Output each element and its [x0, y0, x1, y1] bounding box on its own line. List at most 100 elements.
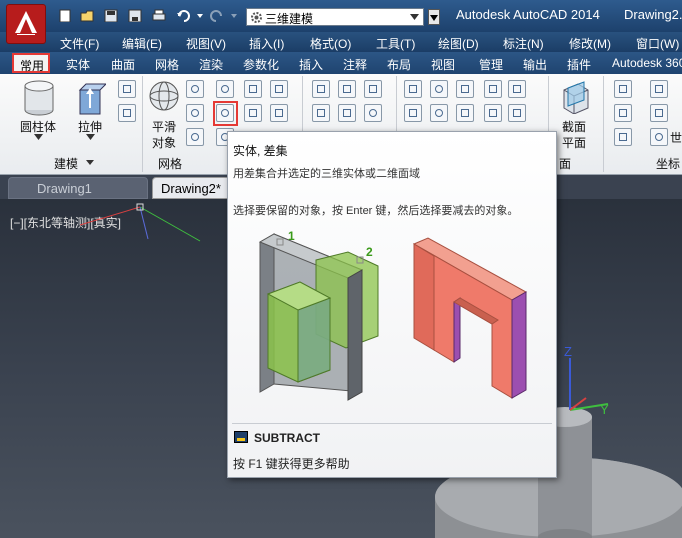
modify-3dmove-icon[interactable]: [456, 80, 474, 98]
modify-fillet-icon[interactable]: [508, 80, 526, 98]
draw-line-icon[interactable]: [312, 80, 330, 98]
menu-dimension[interactable]: 标注(N): [503, 35, 544, 52]
tooltip-command-name: SUBTRACT: [254, 431, 320, 445]
section-plane-label-2[interactable]: 平面: [562, 134, 586, 151]
smooth-object-label-2[interactable]: 对象: [152, 134, 176, 151]
panel-title-coordinates[interactable]: 坐标: [656, 155, 680, 172]
redo-dropdown-icon[interactable]: [230, 9, 238, 22]
ucs-named-icon[interactable]: [650, 80, 668, 98]
undo-icon[interactable]: [176, 9, 190, 22]
tab-solid[interactable]: 实体: [66, 56, 90, 73]
tab-surface[interactable]: 曲面: [111, 56, 135, 73]
section-plane-label-1[interactable]: 截面: [562, 118, 586, 135]
ribbon-separator: [142, 76, 143, 172]
mesh-tool-icon[interactable]: [186, 80, 204, 98]
modify-copy-icon[interactable]: [404, 104, 422, 122]
smooth-object-label-1[interactable]: 平滑: [152, 118, 176, 135]
menu-file[interactable]: 文件(F): [60, 35, 99, 52]
union-icon[interactable]: [216, 80, 234, 98]
mesh-add-icon[interactable]: [186, 104, 204, 122]
tooltip-help-hint: 按 F1 键获得更多帮助: [233, 457, 350, 471]
modify-array-icon[interactable]: [484, 80, 502, 98]
solid-edit-icon[interactable]: [270, 80, 288, 98]
extrude-dropdown-icon[interactable]: [86, 134, 95, 140]
mesh-remove-icon[interactable]: [186, 128, 204, 146]
polysolid-icon[interactable]: [118, 80, 136, 98]
open-file-icon[interactable]: [80, 9, 94, 22]
tab-insert[interactable]: 插入: [299, 56, 323, 73]
command-line-icon: [234, 431, 248, 443]
tab-drawing2[interactable]: Drawing2*: [152, 177, 232, 199]
draw-arc-icon[interactable]: [364, 80, 382, 98]
panel-expand-icon[interactable]: [86, 160, 94, 165]
app-title: Autodesk AutoCAD 2014: [456, 7, 600, 22]
menu-format[interactable]: 格式(O): [310, 35, 351, 52]
workspace-select[interactable]: 三维建模: [246, 8, 424, 26]
menu-bar: 文件(F) 编辑(E) 视图(V) 插入(I) 格式(O) 工具(T) 绘图(D…: [0, 32, 682, 52]
menu-view[interactable]: 视图(V): [186, 35, 226, 52]
print-icon[interactable]: [152, 9, 166, 22]
cylinder-button-label[interactable]: 圆柱体: [20, 118, 56, 135]
draw-spline-icon[interactable]: [312, 104, 330, 122]
tab-home-label: 常用: [20, 59, 45, 73]
menu-window[interactable]: 窗口(W): [636, 35, 679, 52]
modify-rotate-icon[interactable]: [430, 80, 448, 98]
panel-title-section[interactable]: 面: [559, 155, 571, 172]
save-icon[interactable]: [104, 9, 118, 22]
save-as-icon[interactable]: [128, 9, 142, 22]
thicken-icon[interactable]: [270, 104, 288, 122]
tooltip-separator: [232, 423, 552, 424]
presspull-icon[interactable]: [118, 104, 136, 122]
axis-z-label: Z: [564, 344, 572, 359]
tab-parametric[interactable]: 参数化: [243, 56, 279, 73]
tab-render[interactable]: 渲染: [199, 56, 223, 73]
menu-tools[interactable]: 工具(T): [376, 35, 415, 52]
ucs-world-label[interactable]: 世: [670, 129, 682, 146]
redo-icon[interactable]: [210, 9, 224, 22]
ucs-view-icon[interactable]: [614, 128, 632, 146]
panel-title-mesh[interactable]: 网格: [158, 155, 182, 172]
tab-annotate[interactable]: 注释: [343, 56, 367, 73]
ucs-world-icon[interactable]: [650, 128, 668, 146]
modify-move-icon[interactable]: [404, 80, 422, 98]
new-file-icon[interactable]: [58, 9, 72, 22]
modify-chamfer-icon[interactable]: [508, 104, 526, 122]
tab-autodesk-360[interactable]: Autodesk 360: [612, 56, 682, 70]
tab-drawing1[interactable]: Drawing1: [8, 177, 148, 199]
draw-circle-icon[interactable]: [364, 104, 382, 122]
modify-3drotate-icon[interactable]: [430, 104, 448, 122]
ucs-origin-icon[interactable]: [614, 104, 632, 122]
illustration-label-1: 1: [288, 229, 295, 243]
dropdown-arrow-icon: [430, 15, 438, 21]
modify-align-icon[interactable]: [456, 104, 474, 122]
draw-polyline-icon[interactable]: [338, 80, 356, 98]
menu-draw[interactable]: 绘图(D): [438, 35, 479, 52]
draw-xline-icon[interactable]: [338, 104, 356, 122]
tab-plugins[interactable]: 插件: [567, 56, 591, 73]
tab-layout[interactable]: 布局: [387, 56, 411, 73]
tab-home[interactable]: 常用: [12, 53, 50, 73]
slice-icon[interactable]: [244, 104, 262, 122]
box-edit-icon[interactable]: [244, 80, 262, 98]
undo-dropdown-icon[interactable]: [196, 9, 204, 22]
tab-mesh[interactable]: 网格: [155, 56, 179, 73]
modify-mirror-icon[interactable]: [484, 104, 502, 122]
quick-access-customize-button[interactable]: [428, 9, 440, 25]
axis-y-label: Y: [600, 402, 609, 417]
tab-output[interactable]: 输出: [523, 56, 547, 73]
panel-title-modeling[interactable]: 建模: [54, 155, 78, 172]
menu-insert[interactable]: 插入(I): [249, 35, 284, 52]
cylinder-dropdown-icon[interactable]: [34, 134, 43, 140]
extrude-button-label[interactable]: 拉伸: [78, 118, 102, 135]
app-menu-button[interactable]: [6, 4, 46, 44]
ucs-icon[interactable]: [614, 80, 632, 98]
tab-view[interactable]: 视图: [431, 56, 455, 73]
menu-modify[interactable]: 修改(M): [569, 35, 611, 52]
menu-edit[interactable]: 编辑(E): [122, 35, 162, 52]
tab-manage[interactable]: 管理: [479, 56, 503, 73]
subtract-highlight-box: [213, 101, 238, 126]
subtract-result-illustration: [412, 237, 528, 399]
extrude-icon: [78, 83, 106, 115]
ucs-object-icon[interactable]: [650, 104, 668, 122]
chevron-down-icon: [410, 14, 419, 20]
